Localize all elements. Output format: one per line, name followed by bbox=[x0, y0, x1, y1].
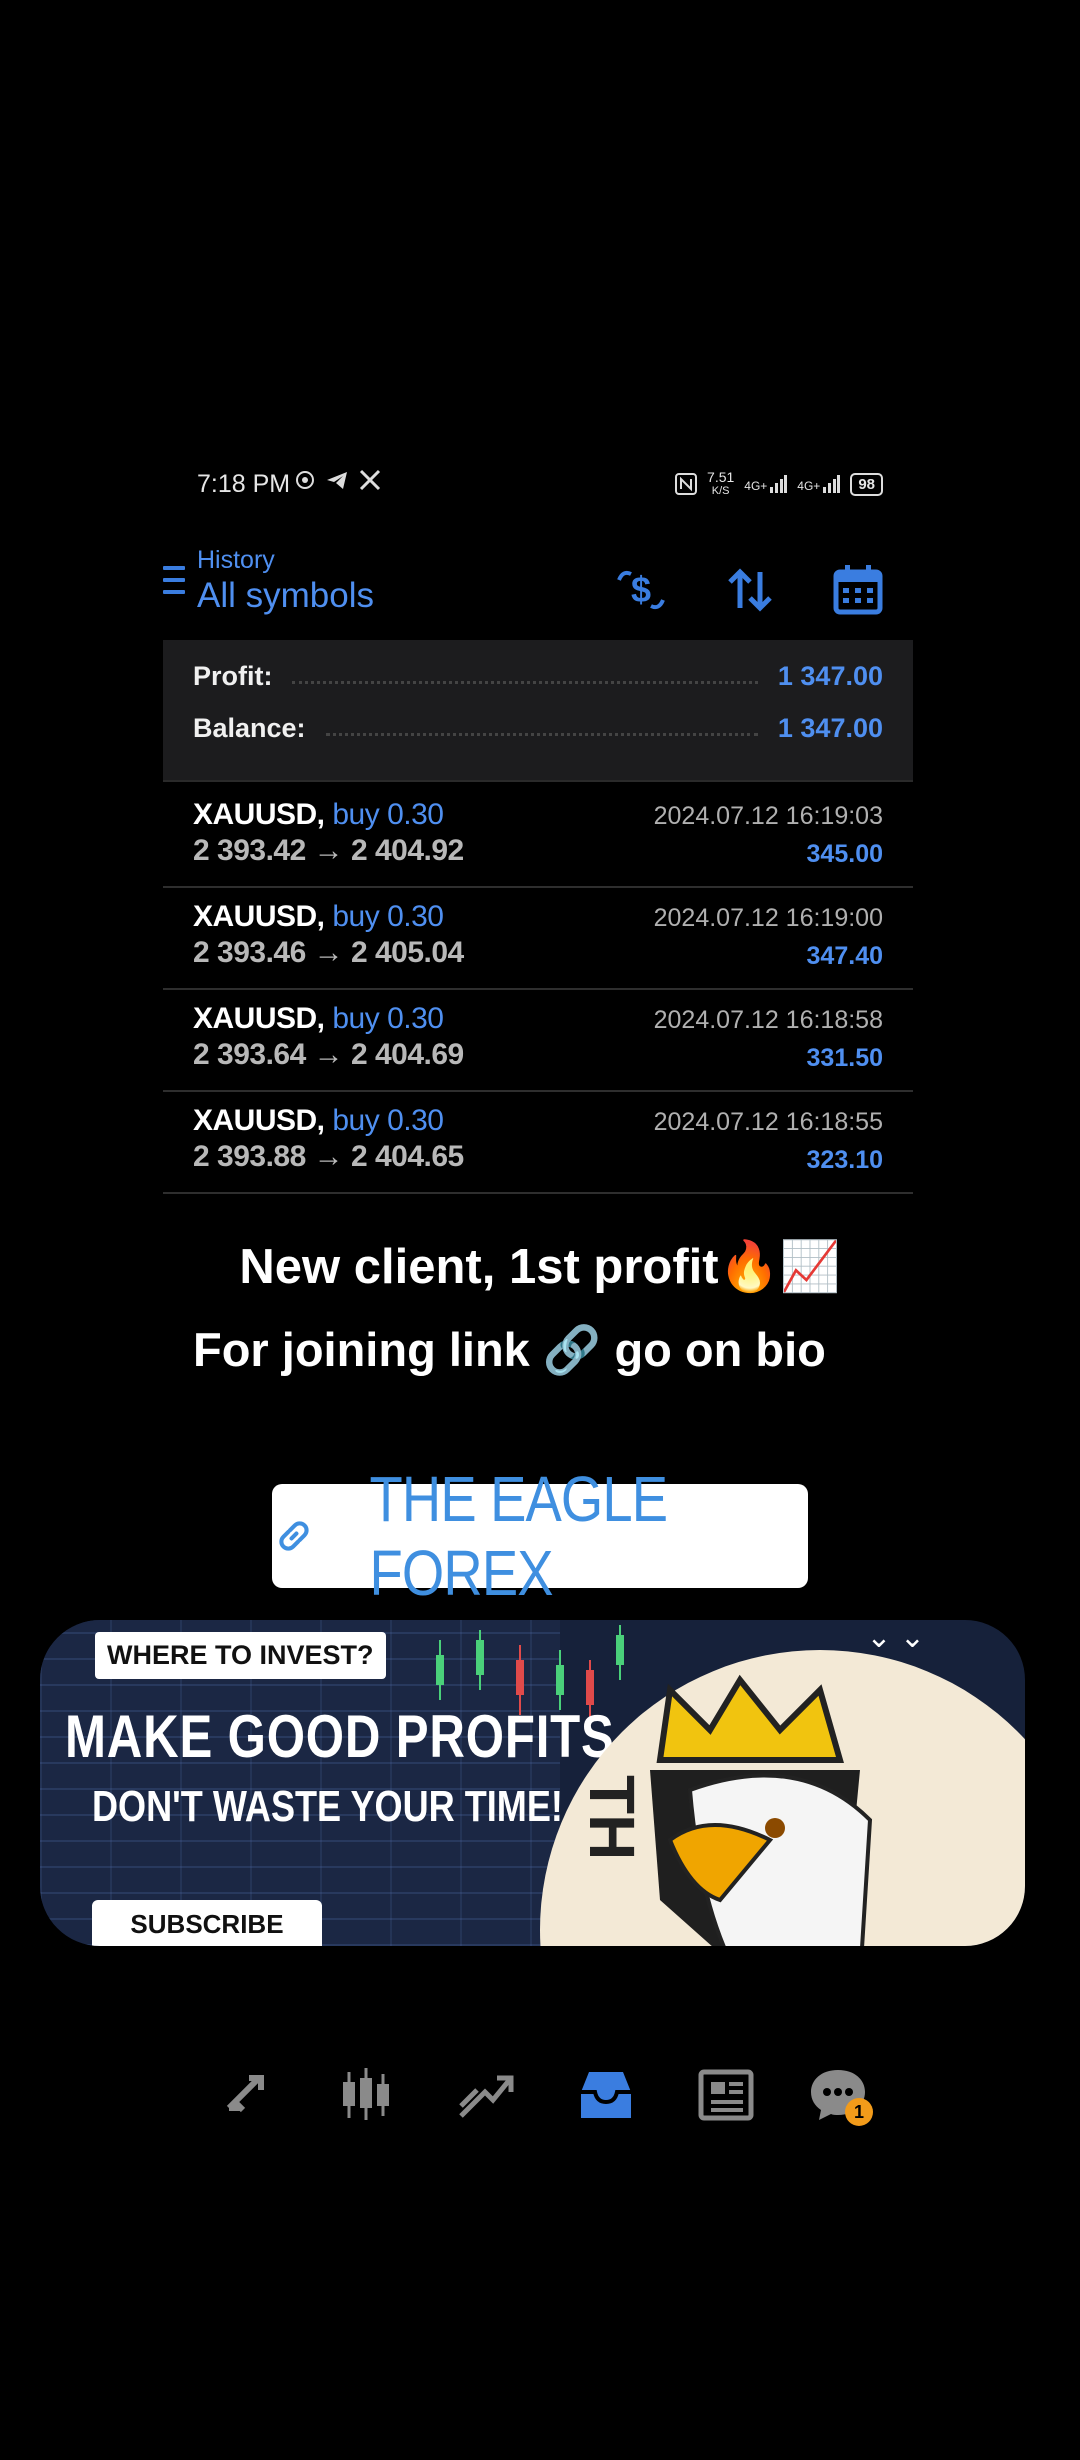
trade-row[interactable]: XAUUSD, buy 0.30 2 393.42 → 2 404.92 2024.… bbox=[163, 784, 913, 888]
status-bar: 7:18 PM 7.51 K/S 4G+ 4G+ 98 bbox=[163, 448, 913, 528]
symbol-filter[interactable]: All symbols bbox=[197, 576, 374, 616]
calendar-icon[interactable] bbox=[828, 560, 888, 620]
trade-row[interactable]: XAUUSD, buy 0.30 2 393.88 → 2 404.65 2024.… bbox=[163, 1090, 913, 1194]
trade-time: 2024.07.12 16:18:58 bbox=[653, 1006, 883, 1034]
trade-profit: 331.50 bbox=[806, 1044, 883, 1072]
leader-dots bbox=[325, 732, 758, 736]
trade-symbol: XAUUSD, buy 0.30 bbox=[193, 1104, 444, 1137]
subscribe-button[interactable]: SUBSCRIBE bbox=[92, 1900, 322, 1946]
signal-bars-icon bbox=[823, 475, 841, 493]
trade-row[interactable]: XAUUSD, buy 0.30 2 393.46 → 2 405.04 2024.… bbox=[163, 886, 913, 990]
balance-label: Balance: bbox=[193, 712, 306, 743]
sort-icon[interactable] bbox=[720, 560, 780, 620]
network-speed: 7.51 K/S bbox=[707, 469, 735, 497]
history-icon[interactable] bbox=[571, 2060, 641, 2130]
balance-value: 1 347.00 bbox=[777, 712, 883, 743]
signal-2: 4G+ bbox=[797, 475, 841, 493]
trade-prices: 2 393.42 → 2 404.92 bbox=[193, 834, 464, 867]
currency-exchange-icon[interactable]: $ bbox=[611, 560, 671, 620]
trade-time: 2024.07.12 16:19:03 bbox=[653, 802, 883, 830]
unread-badge: 1 bbox=[845, 2098, 873, 2126]
trade-prices: 2 393.46 → 2 405.04 bbox=[193, 936, 464, 969]
trade-time: 2024.07.12 16:18:55 bbox=[653, 1108, 883, 1136]
trade-symbol: XAUUSD, buy 0.30 bbox=[193, 798, 444, 831]
trade-side: buy 0.30 bbox=[332, 1104, 444, 1137]
promo-banner[interactable]: WHERE TO INVEST? MAKE GOOD PROFITS DON'T… bbox=[40, 1620, 1025, 1946]
link-label: THE EAGLE FOREX bbox=[369, 1463, 669, 1609]
trade-profit: 345.00 bbox=[806, 840, 883, 868]
svg-text:$: $ bbox=[631, 569, 651, 610]
signal-bars-icon bbox=[770, 475, 788, 493]
location-icon bbox=[296, 471, 314, 489]
banner-headline: MAKE GOOD PROFITS bbox=[65, 1703, 615, 1770]
trade-profit: 347.40 bbox=[806, 942, 883, 970]
menu-icon[interactable] bbox=[163, 566, 185, 600]
trade-prices: 2 393.88 → 2 404.65 bbox=[193, 1140, 464, 1173]
trade-symbol: XAUUSD, buy 0.30 bbox=[193, 900, 444, 933]
profit-row: Profit: 1 347.00 bbox=[193, 656, 883, 696]
banner-question: WHERE TO INVEST? bbox=[95, 1632, 386, 1679]
balance-row: Balance: 1 347.00 bbox=[193, 708, 883, 748]
battery-icon: 98 bbox=[850, 472, 883, 496]
caption-line-2: For joining link 🔗 go on bio bbox=[193, 1323, 826, 1376]
trade-row[interactable]: XAUUSD, buy 0.30 2 393.64 → 2 404.69 2024.… bbox=[163, 988, 913, 1092]
profit-value: 1 347.00 bbox=[777, 660, 883, 691]
signal-1: 4G+ bbox=[744, 475, 788, 493]
nfc-icon bbox=[675, 473, 698, 495]
bottom-navigation: 1 bbox=[163, 2040, 913, 2190]
news-icon[interactable] bbox=[691, 2060, 761, 2130]
caption-line-1: New client, 1st profit🔥📈 bbox=[239, 1240, 841, 1294]
history-header: History All symbols $ bbox=[163, 538, 913, 638]
banner-tagline: DON'T WASTE YOUR TIME! bbox=[92, 1782, 563, 1831]
trade-symbol: XAUUSD, buy 0.30 bbox=[193, 1002, 444, 1035]
trade-profit: 323.10 bbox=[806, 1146, 883, 1174]
status-right-icons: 7.51 K/S 4G+ 4G+ 98 bbox=[675, 470, 883, 498]
x-icon bbox=[359, 469, 381, 491]
eagle-logo: TH bbox=[540, 1650, 1025, 1946]
telegram-icon bbox=[327, 472, 347, 489]
quotes-icon[interactable] bbox=[211, 2060, 281, 2130]
link-icon bbox=[279, 1521, 309, 1551]
trade-side: buy 0.30 bbox=[332, 900, 444, 933]
profit-label: Profit: bbox=[193, 660, 273, 691]
trade-side: buy 0.30 bbox=[332, 798, 444, 831]
banner-chevron-icons[interactable]: ⌄ ⌄ bbox=[866, 1620, 925, 1655]
trade-time: 2024.07.12 16:19:00 bbox=[653, 904, 883, 932]
status-time: 7:18 PM bbox=[197, 470, 291, 498]
trade-prices: 2 393.64 → 2 404.69 bbox=[193, 1038, 464, 1071]
status-notification-icons bbox=[295, 468, 381, 492]
link-sticker[interactable]: THE EAGLE FOREX bbox=[272, 1463, 808, 1609]
header-subtitle: History bbox=[197, 546, 275, 574]
messages-icon[interactable]: 1 bbox=[803, 2060, 873, 2130]
history-summary: Profit: 1 347.00 Balance: 1 347.00 bbox=[163, 640, 913, 782]
chart-icon[interactable] bbox=[331, 2060, 401, 2130]
trade-icon[interactable] bbox=[451, 2060, 521, 2130]
logo-lettering: TH bbox=[576, 1775, 648, 1860]
leader-dots bbox=[292, 680, 758, 684]
trade-side: buy 0.30 bbox=[332, 1002, 444, 1035]
